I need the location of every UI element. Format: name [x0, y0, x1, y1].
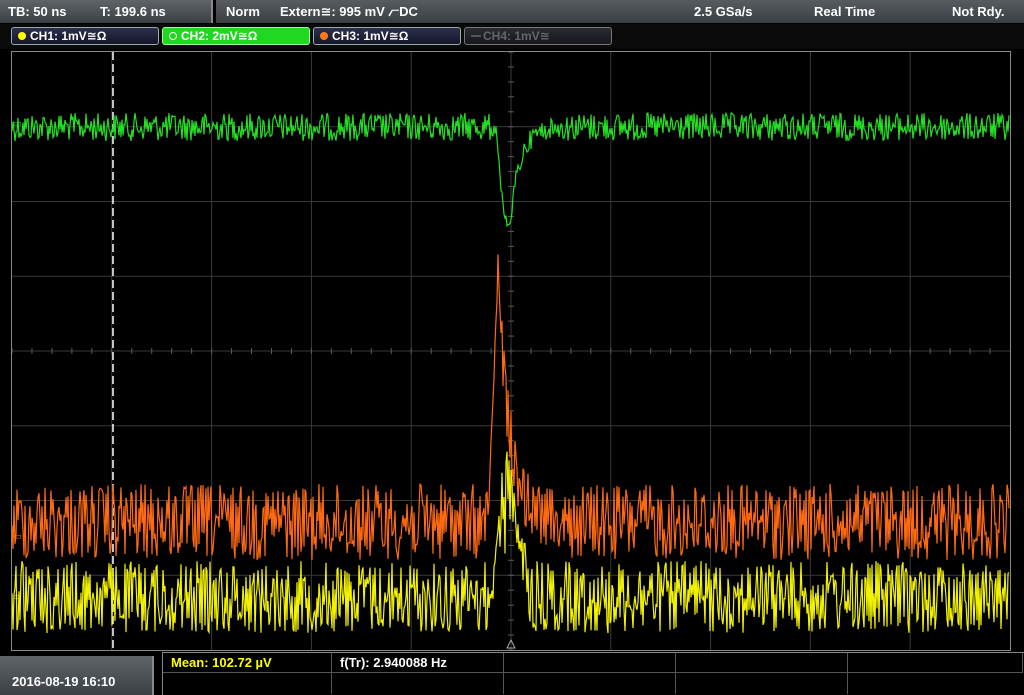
date-time-label: 2016-08-19 16:10	[12, 674, 116, 689]
channel-1-dot-icon	[18, 32, 26, 40]
measurement-empty-cell-7[interactable]	[676, 673, 848, 694]
sample-rate-label: 2.5 GSa/s	[694, 4, 753, 19]
measurement-panel[interactable]: Mean: 102.72 µV f(Tr): 2.940088 Hz	[162, 652, 1024, 695]
channel-2-label: CH2: 2mV≅Ω	[181, 29, 258, 43]
top-status-bar: TB: 50 ns T: 199.6 ns Norm Extern≅: 995 …	[0, 0, 1024, 24]
date-time-panel: 2016-08-19 16:10	[0, 656, 154, 695]
measurement-frequency-label: f(Tr): 2.940088 Hz	[340, 655, 447, 670]
channel-4-button[interactable]: CH4: 1mV≅	[464, 27, 612, 45]
waveform-display[interactable]	[11, 51, 1011, 651]
channel-2-button[interactable]: CH2: 2mV≅Ω	[162, 27, 310, 45]
ch1-reference-marker[interactable]: ▭	[13, 591, 22, 602]
channel-3-dot-icon	[320, 32, 328, 40]
channel-4-label: CH4: 1mV≅	[483, 29, 550, 43]
measurement-empty-cell-2[interactable]	[676, 653, 848, 673]
measurement-frequency-cell[interactable]: f(Tr): 2.940088 Hz	[332, 653, 504, 673]
measurement-empty-cell-5[interactable]	[332, 673, 504, 694]
channel-bar: CH1: 1mV≅Ω CH2: 2mV≅Ω CH3: 1mV≅Ω CH4: 1m…	[0, 24, 1024, 49]
timebase-label: TB: 50 ns	[8, 4, 67, 19]
measurement-empty-cell-1[interactable]	[504, 653, 676, 673]
ch2-reference-marker[interactable]: ▭	[13, 118, 22, 129]
trigger-time-label: T: 199.6 ns	[100, 4, 166, 19]
channel-1-button[interactable]: CH1: 1mV≅Ω	[11, 27, 159, 45]
channel-3-label: CH3: 1mV≅Ω	[332, 29, 409, 43]
status-label: Not Rdy.	[952, 4, 1005, 19]
trigger-source-label: Extern≅: 995 mV ⦧DC	[280, 4, 418, 19]
channel-2-dot-icon	[169, 32, 177, 40]
channel-3-button[interactable]: CH3: 1mV≅Ω	[313, 27, 461, 45]
measurement-mean-label: Mean: 102.72 µV	[171, 655, 272, 670]
channel-1-label: CH1: 1mV≅Ω	[30, 29, 107, 43]
measurement-empty-cell-6[interactable]	[504, 673, 676, 694]
channel-4-dash-icon	[471, 35, 481, 37]
trigger-mode-label: Norm	[226, 4, 260, 19]
timebase-panel[interactable]: TB: 50 ns T: 199.6 ns	[0, 0, 213, 23]
measurement-mean-cell[interactable]: Mean: 102.72 µV	[163, 653, 332, 673]
acquisition-mode-label: Real Time	[814, 4, 876, 19]
acquisition-status-panel[interactable]: Norm Extern≅: 995 mV ⦧DC 2.5 GSa/s Real …	[216, 0, 1024, 23]
measurement-empty-cell-3[interactable]	[848, 653, 1023, 673]
waveform-canvas	[12, 52, 1010, 650]
measurement-empty-cell-4[interactable]	[163, 673, 332, 694]
ch3-reference-marker[interactable]: ▭	[13, 531, 22, 542]
